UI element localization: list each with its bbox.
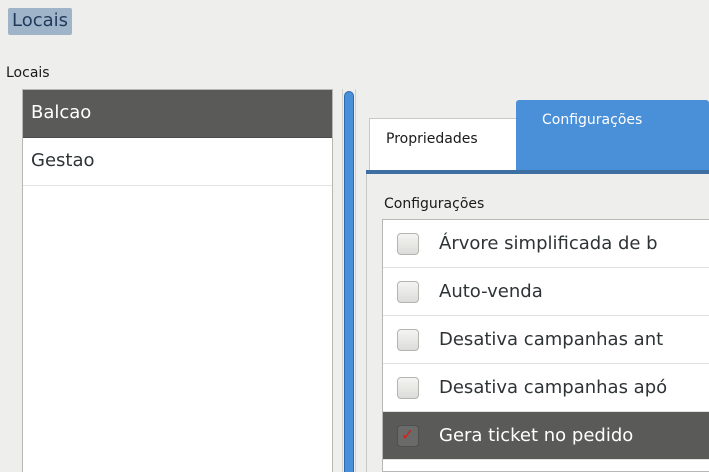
config-item-label: Auto-venda [439,281,543,302]
checkbox-icon[interactable] [397,329,419,351]
checkbox-icon[interactable] [397,281,419,303]
checkbox-icon[interactable] [397,233,419,255]
list-item-gestao[interactable]: Gestao [23,138,332,186]
config-item-auto-venda[interactable]: Auto-venda [383,268,709,316]
config-item-arvore[interactable]: Árvore simplificada de b [383,220,709,268]
config-item-label: Desativa campanhas apó [439,377,668,398]
tab-propriedades[interactable]: Propriedades [369,118,517,171]
config-item-label: Gera ticket no pedido [439,425,634,446]
scrollbar-thumb[interactable] [344,91,354,472]
config-label: Configurações [384,196,485,212]
config-item-label: Desativa campanhas ant [439,329,664,350]
config-list: Árvore simplificada de b Auto-venda Desa… [382,219,709,472]
list-item-balcao[interactable]: Balcao [23,90,332,138]
tab-configuracoes[interactable]: Configurações [516,100,709,171]
config-item-desativa-apo[interactable]: Desativa campanhas apó [383,364,709,412]
checkbox-icon[interactable]: ✓ [397,425,419,447]
config-item-desativa-ant[interactable]: Desativa campanhas ant [383,316,709,364]
locations-label: Locais [6,65,50,81]
checkmark-icon: ✓ [401,425,415,444]
locations-list: Balcao Gestao [22,89,333,472]
splitter-scrollbar[interactable] [342,89,356,472]
window-title: Locais [8,8,73,35]
checkbox-icon[interactable] [397,377,419,399]
config-item-label: Árvore simplificada de b [439,233,658,254]
config-item-gera-ticket[interactable]: ✓ Gera ticket no pedido [383,412,709,460]
